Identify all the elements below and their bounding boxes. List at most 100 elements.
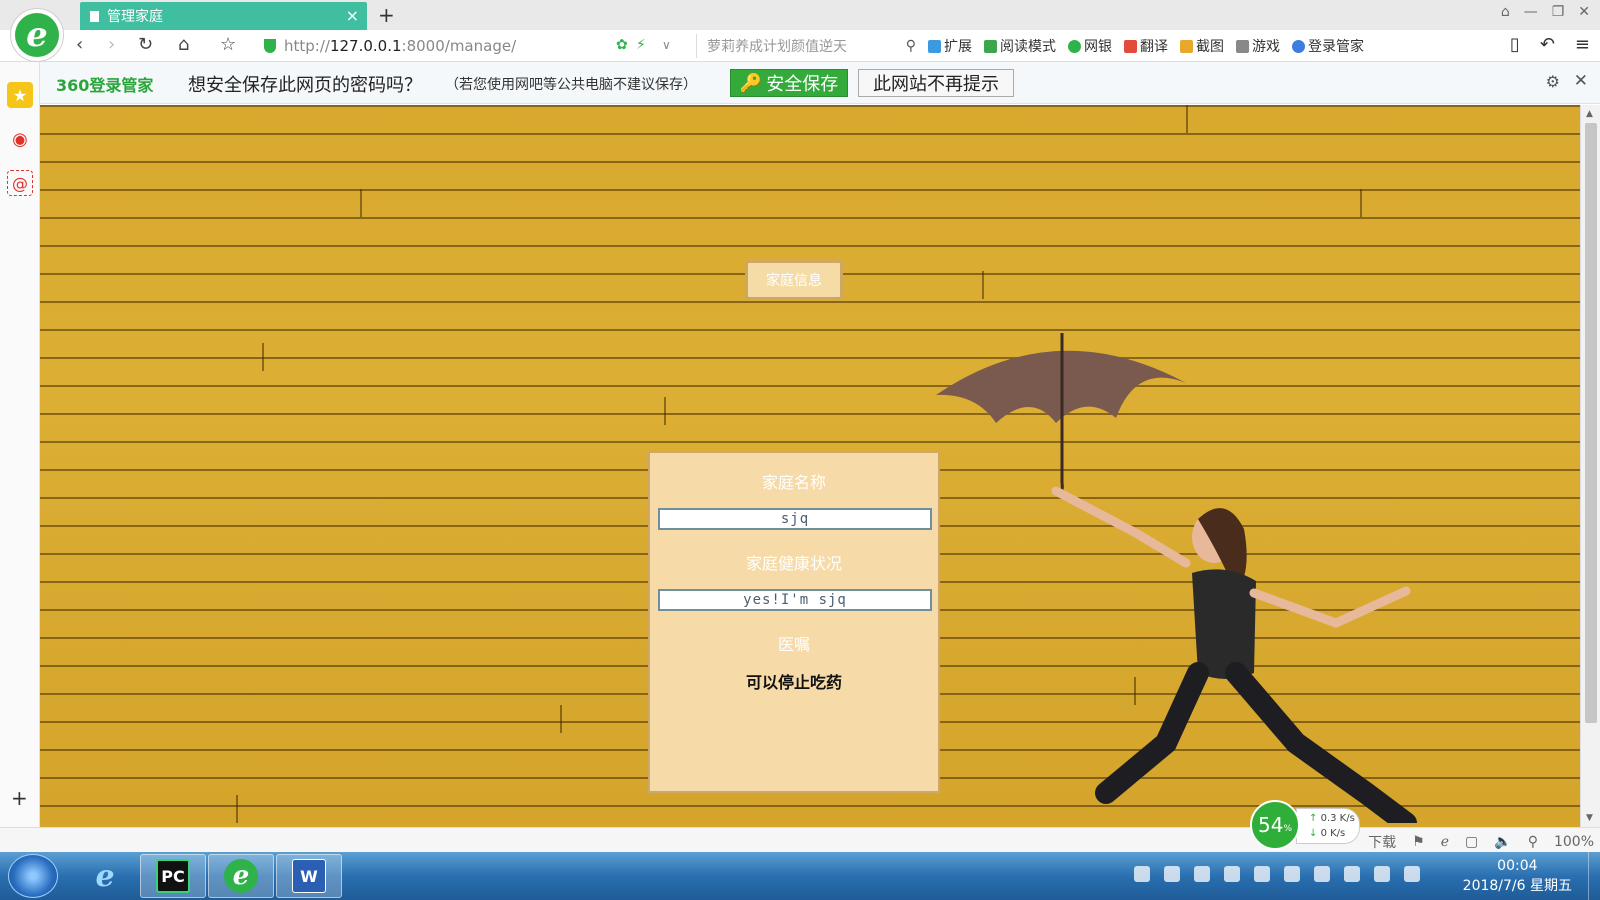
safe-save-button[interactable]: 🔑 安全保存 [730,69,848,97]
search-icon[interactable]: ⚲ [906,38,916,54]
scroll-thumb[interactable] [1585,123,1597,723]
360-browser-icon: e [224,859,258,893]
tray-signal-icon[interactable] [1374,866,1390,882]
search-input[interactable]: 萝莉养成计划颜值逆天 ⚲ [696,34,916,58]
raised-arm [1051,486,1191,568]
browser-logo[interactable]: e [10,8,64,62]
flag-icon[interactable]: ⚑ [1412,834,1425,850]
tray-mute-icon[interactable] [1254,866,1270,882]
close-icon[interactable]: ✕ [1574,71,1588,91]
address-bar[interactable]: http://127.0.0.1:8000/manage/ [264,34,674,58]
bank-label: 网银 [1084,39,1112,55]
tray-shield-icon[interactable] [1164,866,1180,882]
family-info-button[interactable]: 家庭信息 [745,260,843,300]
tray-bluetooth-icon[interactable] [1314,866,1330,882]
tab-bar: 管理家庭 × + ⌂ — ❐ ✕ [0,0,1600,30]
undo-icon[interactable]: ↶ [1540,34,1555,55]
usage-unit: % [1283,824,1292,834]
bank-button[interactable]: 网银 [1068,36,1112,56]
tray-display-icon[interactable] [1344,866,1360,882]
medical-advice-text: 可以停止吃药 [745,673,842,692]
bookmark-icon[interactable]: ▯ [1510,34,1520,55]
login-manager-button[interactable]: 登录管家 [1292,36,1364,56]
gear-icon[interactable]: ⚙ [1546,72,1560,91]
taskbar-360-browser[interactable]: e [208,854,274,898]
e-logo-icon: e [15,13,59,57]
download-speed: ↓ 0 K/s [1309,826,1359,841]
tray-network-icon[interactable] [1194,866,1210,882]
wood-seam [560,705,562,733]
download-arrow-icon: ↓ [1309,828,1318,839]
taskbar-ie[interactable]: e [72,854,138,898]
status-bar: 下载 ⚑ ℯ ▢ 🔈 ⚲ 100% [0,827,1600,852]
zoom-icon[interactable]: ⚲ [1528,834,1538,850]
tray-qq-icon[interactable] [1284,866,1300,882]
back-icon[interactable]: ‹ [76,34,83,55]
add-sidebar-item-icon[interactable]: + [11,786,28,810]
lightning-icon[interactable]: ⚡ [636,37,646,53]
taskbar-word[interactable]: W [276,854,342,898]
skin-icon[interactable]: ⌂ [1501,4,1510,20]
system-clock[interactable]: 00:04 2018/7/6 星期五 [1463,856,1572,896]
page-content: 家庭信息 家庭名称 sjq 家庭健康状况 yes!I'm sjq 医嘱 可以停止… [40,105,1580,827]
games-label: 游戏 [1252,39,1280,55]
close-tab-icon[interactable]: × [346,6,359,25]
window-icon[interactable]: ▢ [1465,834,1478,850]
never-remind-button[interactable]: 此网站不再提示 [858,69,1014,97]
taskbar-pycharm[interactable]: PC [140,854,206,898]
refresh-icon[interactable]: ↻ [138,34,153,55]
download-speed-value: 0 K/s [1320,828,1346,839]
system-tray [1134,866,1420,882]
games-button[interactable]: 游戏 [1236,36,1280,56]
search-placeholder: 萝莉养成计划颜值逆天 [707,39,847,55]
volume-icon[interactable]: 🔈 [1494,834,1511,850]
zoom-level[interactable]: 100% [1554,834,1594,850]
save-password-hint: （若您使用网吧等公共电脑不建议保存） [445,77,697,93]
minimize-icon[interactable]: — [1524,4,1538,20]
memory-usage-circle[interactable]: 54% [1250,800,1300,850]
show-desktop-button[interactable] [1588,852,1600,900]
weibo-icon[interactable]: ◉ [7,126,33,152]
tray-device-icon[interactable] [1224,866,1240,882]
browser-toolbar: 扩展 阅读模式 网银 翻译 截图 游戏 登录管家 [928,34,1364,58]
maximize-icon[interactable]: ❐ [1552,4,1565,20]
vertical-scrollbar[interactable]: ▲ ▼ [1580,105,1600,827]
reading-mode-button[interactable]: 阅读模式 [984,36,1056,56]
dropdown-chevron-icon[interactable]: ∨ [662,38,671,52]
favorite-star-icon[interactable]: ☆ [220,34,236,55]
tab-active[interactable]: 管理家庭 × [80,2,367,30]
page-icon [90,10,99,22]
scroll-up-icon[interactable]: ▲ [1586,109,1593,119]
bank-shield-icon [1068,39,1081,53]
translate-button[interactable]: 翻译 [1124,36,1168,56]
download-label[interactable]: 下载 [1368,832,1396,852]
new-tab-button[interactable]: + [378,3,395,27]
close-window-icon[interactable]: ✕ [1578,4,1590,20]
tray-battery-icon[interactable] [1404,866,1420,882]
sync-icon[interactable]: ✿ [616,37,628,53]
email-icon[interactable]: @ [7,170,33,196]
family-name-field[interactable]: sjq [658,508,932,530]
extensions-label: 扩展 [944,39,972,55]
start-button[interactable] [8,854,58,898]
url-scheme: http:// [284,37,330,55]
key-icon: 🔑 [739,72,763,94]
reading-mode-label: 阅读模式 [1000,39,1056,55]
health-status-field[interactable]: yes!I'm sjq [658,589,932,611]
extensions-button[interactable]: 扩展 [928,36,972,56]
scroll-down-icon[interactable]: ▼ [1586,813,1593,823]
screenshot-button[interactable]: 截图 [1180,36,1224,56]
tab-title: 管理家庭 [107,9,163,25]
family-form-panel: 家庭名称 sjq 家庭健康状况 yes!I'm sjq 医嘱 可以停止吃药 [648,451,940,793]
woman-with-umbrella-photo [936,333,1417,823]
forward-icon[interactable]: › [108,34,115,55]
url-path: :8000/manage/ [401,37,517,55]
tray-user-icon[interactable] [1134,866,1150,882]
menu-icon[interactable]: ≡ [1575,34,1590,55]
home-icon[interactable]: ⌂ [178,34,189,55]
ie-icon[interactable]: ℯ [1441,834,1449,850]
url-host: 127.0.0.1 [329,37,402,55]
favorites-star-icon[interactable]: ★ [7,82,33,108]
secure-shield-icon [264,39,276,53]
wood-seam [982,271,984,299]
